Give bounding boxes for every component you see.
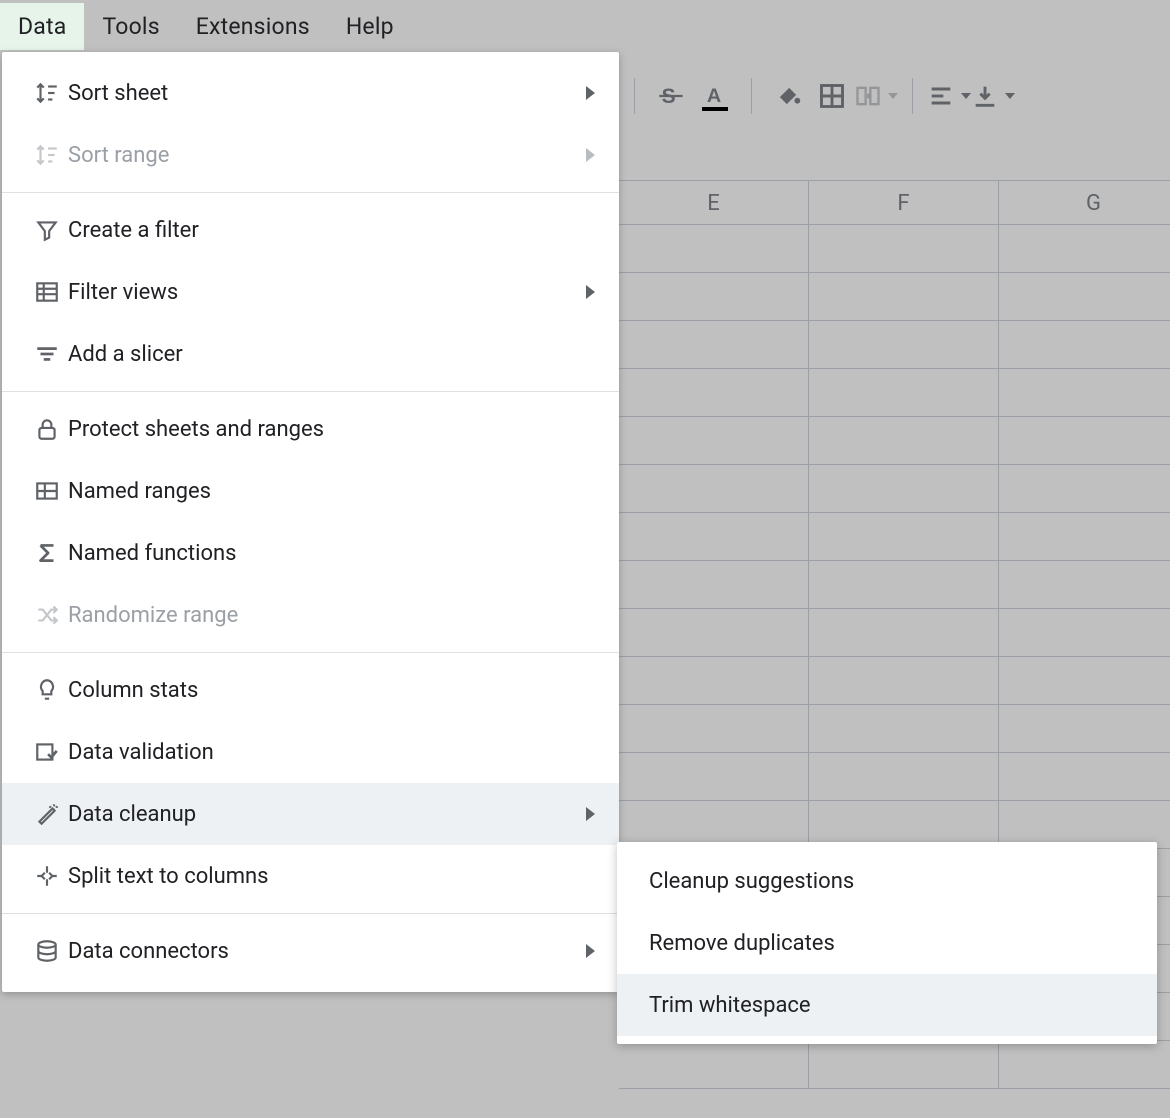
column-headers: E F G — [619, 180, 1170, 225]
borders-button[interactable] — [810, 74, 854, 118]
text-color-underline — [702, 107, 728, 111]
toolbar-separator — [912, 78, 913, 114]
menu-filter-views[interactable]: Filter views — [2, 261, 619, 323]
menu-data-validation[interactable]: Data validation — [2, 721, 619, 783]
filter-views-icon — [26, 279, 68, 305]
menu-tools[interactable]: Tools — [84, 3, 177, 50]
menu-named-ranges[interactable]: Named ranges — [2, 460, 619, 522]
merge-cells-button[interactable] — [854, 74, 898, 118]
text-color-icon: A — [701, 82, 729, 110]
col-header-e[interactable]: E — [619, 181, 809, 224]
submenu-item-label: Cleanup suggestions — [649, 869, 854, 894]
slicer-icon — [26, 341, 68, 367]
col-header-label: E — [707, 191, 720, 216]
menu-add-slicer[interactable]: Add a slicer — [2, 323, 619, 385]
menu-item-label: Column stats — [68, 678, 595, 703]
menu-create-filter[interactable]: Create a filter — [2, 199, 619, 261]
wand-icon — [26, 801, 68, 827]
menu-extensions[interactable]: Extensions — [178, 3, 328, 50]
shuffle-icon — [26, 602, 68, 628]
submenu-arrow-icon — [586, 86, 595, 100]
dropdown-caret-icon — [961, 93, 971, 99]
menu-sort-range: Sort range — [2, 124, 619, 186]
menu-item-label: Create a filter — [68, 218, 595, 243]
sort-range-icon — [26, 142, 68, 168]
menu-column-stats[interactable]: Column stats — [2, 659, 619, 721]
dropdown-caret-icon — [888, 93, 898, 99]
vertical-align-button[interactable] — [971, 74, 1015, 118]
col-header-label: G — [1086, 191, 1101, 216]
col-header-f[interactable]: F — [809, 181, 999, 224]
toolbar-separator — [751, 78, 752, 114]
menu-item-label: Sort sheet — [68, 81, 586, 106]
menu-data[interactable]: Data — [0, 3, 84, 50]
menu-item-label: Data validation — [68, 740, 595, 765]
menu-item-label: Data connectors — [68, 939, 586, 964]
submenu-remove-duplicates[interactable]: Remove duplicates — [617, 912, 1157, 974]
menu-extensions-label: Extensions — [196, 13, 310, 40]
named-ranges-icon — [26, 478, 68, 504]
menubar: Data Tools Extensions Help — [0, 0, 1170, 52]
menu-randomize-range: Randomize range — [2, 584, 619, 646]
validation-icon — [26, 739, 68, 765]
col-header-label: F — [897, 191, 909, 216]
svg-text:A: A — [707, 85, 721, 107]
toolbar: S A — [620, 62, 1015, 130]
menu-help[interactable]: Help — [328, 3, 412, 50]
fill-color-icon — [774, 82, 802, 110]
menu-item-label: Protect sheets and ranges — [68, 417, 595, 442]
toolbar-separator — [634, 78, 635, 114]
database-icon — [26, 938, 68, 964]
submenu-item-label: Trim whitespace — [649, 993, 811, 1018]
horizontal-align-button[interactable] — [927, 74, 971, 118]
submenu-arrow-icon — [586, 285, 595, 299]
menu-item-label: Split text to columns — [68, 864, 595, 889]
sort-sheet-icon — [26, 80, 68, 106]
menu-divider — [2, 192, 619, 193]
col-header-g[interactable]: G — [999, 181, 1170, 224]
menu-divider — [2, 391, 619, 392]
menu-item-label: Named ranges — [68, 479, 595, 504]
menu-item-label: Data cleanup — [68, 802, 586, 827]
text-color-button[interactable]: A — [693, 74, 737, 118]
menu-help-label: Help — [346, 13, 394, 40]
menu-item-label: Named functions — [68, 541, 595, 566]
submenu-arrow-icon — [586, 148, 595, 162]
menu-item-label: Randomize range — [68, 603, 595, 628]
strikethrough-icon: S — [657, 82, 685, 110]
filter-icon — [26, 217, 68, 243]
submenu-cleanup-suggestions[interactable]: Cleanup suggestions — [617, 850, 1157, 912]
menu-divider — [2, 913, 619, 914]
vertical-align-icon — [971, 82, 999, 110]
menu-data-cleanup[interactable]: Data cleanup — [2, 783, 619, 845]
dropdown-caret-icon — [1005, 93, 1015, 99]
menu-data-label: Data — [18, 13, 66, 40]
menu-item-label: Filter views — [68, 280, 586, 305]
menu-tools-label: Tools — [102, 13, 159, 40]
submenu-trim-whitespace[interactable]: Trim whitespace — [617, 974, 1157, 1036]
split-icon — [26, 863, 68, 889]
strikethrough-button[interactable]: S — [649, 74, 693, 118]
sigma-icon — [26, 540, 68, 566]
borders-icon — [818, 82, 846, 110]
data-cleanup-submenu: Cleanup suggestions Remove duplicates Tr… — [617, 842, 1157, 1044]
merge-cells-icon — [854, 82, 882, 110]
bulb-icon — [26, 677, 68, 703]
menu-protect-sheets[interactable]: Protect sheets and ranges — [2, 398, 619, 460]
menu-split-text[interactable]: Split text to columns — [2, 845, 619, 907]
lock-icon — [26, 416, 68, 442]
menu-item-label: Add a slicer — [68, 342, 595, 367]
fill-color-button[interactable] — [766, 74, 810, 118]
submenu-arrow-icon — [586, 944, 595, 958]
menu-item-label: Sort range — [68, 143, 586, 168]
menu-data-connectors[interactable]: Data connectors — [2, 920, 619, 982]
data-menu-dropdown: Sort sheet Sort range Create a filter Fi… — [2, 52, 619, 992]
submenu-arrow-icon — [586, 807, 595, 821]
horizontal-align-icon — [927, 82, 955, 110]
menu-sort-sheet[interactable]: Sort sheet — [2, 62, 619, 124]
menu-divider — [2, 652, 619, 653]
menu-named-functions[interactable]: Named functions — [2, 522, 619, 584]
submenu-item-label: Remove duplicates — [649, 931, 835, 956]
